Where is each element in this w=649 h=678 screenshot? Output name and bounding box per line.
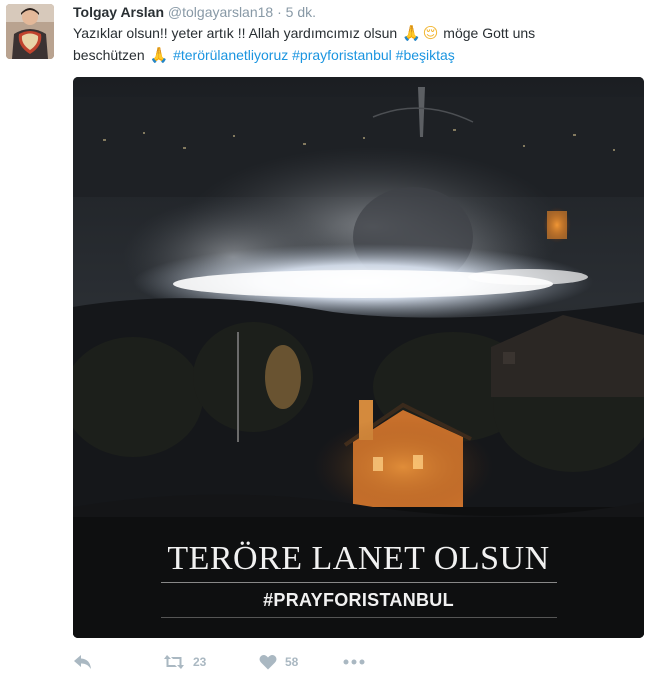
tweet-text-part: Yazıklar olsun!! yeter artık !! Allah ya… [73, 25, 402, 41]
like-count: 58 [285, 655, 299, 669]
media-hashtag: #PRAYFORISTANBUL [263, 590, 454, 610]
reply-icon [74, 655, 91, 669]
hashtag-link[interactable]: #terörülanetliyoruz [173, 47, 288, 63]
more-icon [343, 659, 365, 665]
hashtag-link[interactable]: #beşiktaş [396, 47, 455, 63]
relieved-face-emoji: 😌 [422, 24, 439, 42]
media-headline: TERÖRE LANET OLSUN [167, 540, 550, 577]
folded-hands-emoji: 🙏 [402, 24, 421, 42]
tweet: Tolgay Arslan @tolgayarslan18 · 5 dk. Ya… [0, 0, 649, 678]
folded-hands-emoji: 🙏 [149, 46, 169, 64]
tweet-text-part: beschützen [73, 47, 149, 63]
tweet-media-image[interactable]: TERÖRE LANET OLSUN #PRAYFORISTANBUL [73, 77, 644, 638]
tweet-text: Yazıklar olsun!! yeter artık !! Allah ya… [73, 22, 633, 66]
reply-button[interactable] [73, 651, 92, 673]
tweet-text-part: möge Gott uns [439, 25, 536, 41]
author-handle[interactable]: @tolgayarslan18 [168, 4, 273, 20]
tweet-timestamp[interactable]: 5 dk. [286, 4, 316, 20]
avatar[interactable] [6, 4, 54, 59]
separator-dot: · [277, 4, 282, 20]
heart-icon [259, 655, 277, 670]
retweet-button[interactable]: 23 [163, 651, 206, 673]
more-button[interactable] [343, 651, 365, 673]
media-divider [161, 617, 557, 618]
retweet-count: 23 [193, 655, 207, 669]
like-button[interactable]: 58 [259, 651, 298, 673]
author-name[interactable]: Tolgay Arslan [73, 4, 164, 20]
retweet-icon [164, 655, 184, 669]
tweet-actions: 23 58 [73, 651, 573, 673]
media-divider [161, 582, 557, 583]
tweet-header: Tolgay Arslan @tolgayarslan18 · 5 dk. [73, 3, 316, 21]
hashtag-link[interactable]: #prayforistanbul [292, 47, 392, 63]
